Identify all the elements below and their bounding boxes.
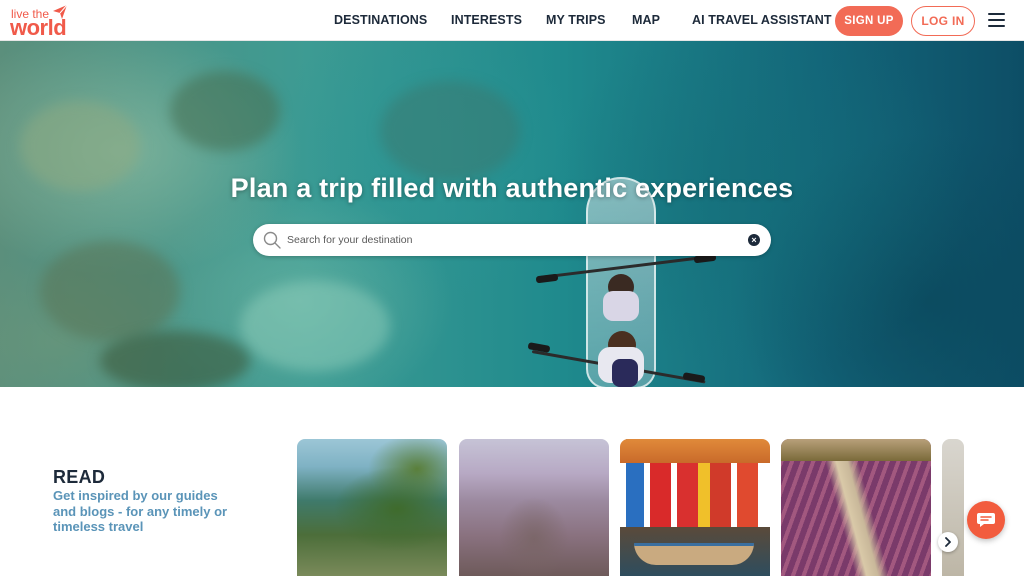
destination-search-bar[interactable]: × xyxy=(253,224,771,256)
search-input[interactable] xyxy=(287,230,727,250)
nav-destinations[interactable]: DESTINATIONS xyxy=(334,13,427,27)
chevron-right-icon xyxy=(945,537,951,547)
guide-card-lavender-field[interactable] xyxy=(781,439,931,576)
read-section-subtitle: Get inspired by our guides and blogs - f… xyxy=(53,488,228,534)
hero-title: Plan a trip filled with authentic experi… xyxy=(230,173,794,203)
carousel-next-button[interactable] xyxy=(938,532,958,552)
clear-icon[interactable]: × xyxy=(748,234,760,246)
search-icon xyxy=(263,231,281,249)
login-button[interactable]: LOG IN xyxy=(911,6,975,36)
nav-map[interactable]: MAP xyxy=(632,13,660,27)
nav-ai-travel-assistant[interactable]: AI TRAVEL ASSISTANT xyxy=(692,13,832,27)
read-section-title: READ xyxy=(53,467,106,487)
site-logo[interactable]: live the world xyxy=(10,4,80,40)
nav-my-trips[interactable]: MY TRIPS xyxy=(546,13,606,27)
signup-button[interactable]: SIGN UP xyxy=(835,6,903,36)
chat-bubble-icon xyxy=(977,513,995,527)
hero-banner: Plan a trip filled with authentic experi… xyxy=(0,41,1024,387)
chat-button[interactable] xyxy=(967,501,1005,539)
guide-card-partial[interactable] xyxy=(942,439,964,576)
guide-card-coastal-village[interactable] xyxy=(297,439,447,576)
nav-interests[interactable]: INTERESTS xyxy=(451,13,522,27)
top-navigation-bar: live the world DESTINATIONS INTERESTS MY… xyxy=(0,0,1024,41)
guide-card-boathouses[interactable] xyxy=(620,439,770,576)
hamburger-menu-icon[interactable] xyxy=(988,13,1005,27)
guide-card-city-cathedral[interactable] xyxy=(459,439,609,576)
paper-plane-icon xyxy=(53,4,68,19)
